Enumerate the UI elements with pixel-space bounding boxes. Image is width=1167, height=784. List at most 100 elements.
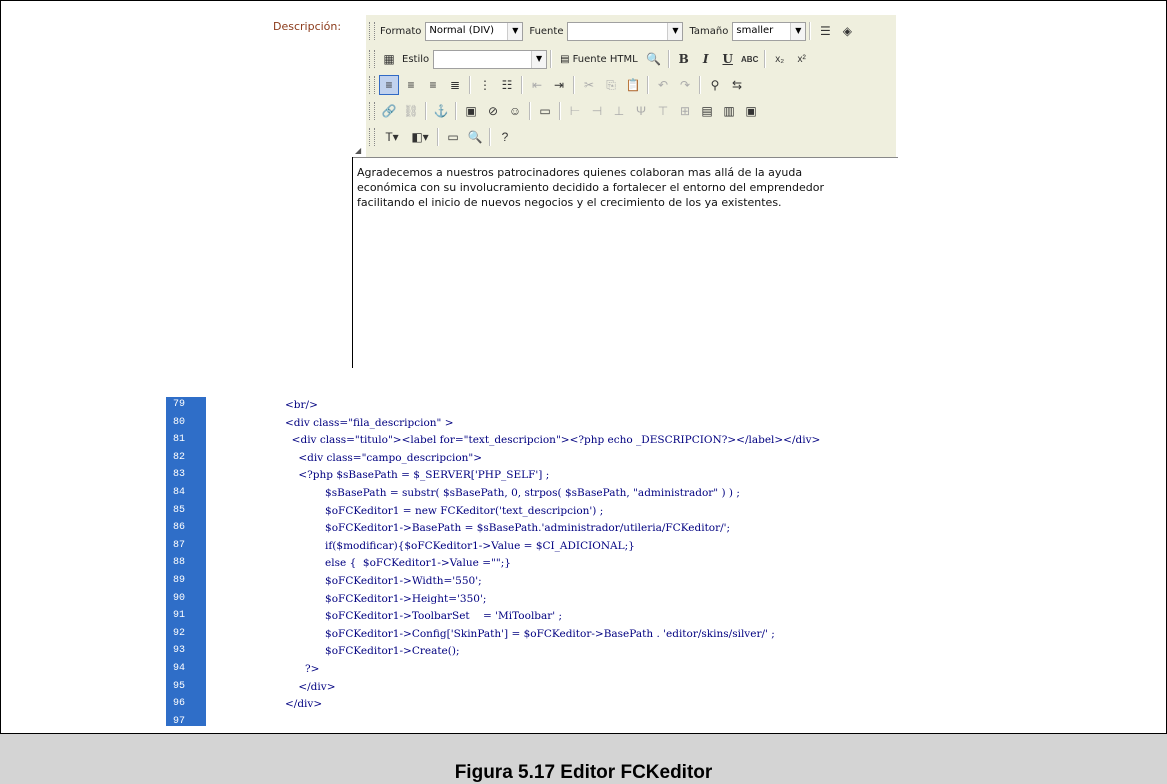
align-center-icon[interactable]: ≡ — [401, 75, 421, 95]
toolbar-separator — [763, 50, 766, 68]
image-icon[interactable]: ▣ — [461, 101, 481, 121]
insert-column-icon[interactable]: ⊣ — [587, 101, 607, 121]
style-select[interactable]: ▼ — [433, 49, 548, 69]
align-left-icon[interactable]: ≡ — [379, 75, 399, 95]
table-props-icon[interactable]: ▥ — [719, 101, 739, 121]
numbered-list-icon[interactable]: ⋮ — [475, 75, 495, 95]
code-line: </div> — [285, 698, 323, 711]
underline-button[interactable]: U — [718, 49, 738, 69]
table-icon[interactable]: ▭ — [535, 101, 555, 121]
toolbar-grip[interactable] — [369, 22, 375, 40]
indent-icon[interactable]: ⇥ — [549, 75, 569, 95]
anchor-icon[interactable]: ⚓ — [431, 101, 451, 121]
toolbar-collapse-icon[interactable]: ◢ — [355, 146, 361, 155]
print-preview-icon[interactable]: 🔍 — [465, 127, 485, 147]
line-number: 86 — [173, 522, 186, 534]
background-color-icon[interactable]: ◧▾ — [407, 127, 433, 147]
toolbar-grip[interactable] — [369, 128, 375, 146]
bulleted-list-icon[interactable]: ☷ — [497, 75, 517, 95]
toolbar-row-5: T▾ ◧▾ ▭ 🔍 ? — [366, 125, 516, 149]
line-number: 90 — [173, 592, 186, 604]
line-number: 85 — [173, 504, 186, 516]
bold-button[interactable]: B — [674, 49, 694, 69]
code-line: else { $oFCKeditor1->Value ="";} — [285, 557, 511, 570]
show-blocks-icon[interactable]: ▭ — [443, 127, 463, 147]
toolbar-separator — [529, 102, 531, 120]
line-number: 96 — [173, 698, 186, 710]
toolbar-grip[interactable] — [369, 76, 375, 94]
superscript-button[interactable]: x² — [792, 49, 812, 69]
cell-props-icon[interactable]: ⊞ — [675, 101, 695, 121]
toolbar-separator — [550, 50, 553, 68]
toolbar-row-1: Formato Normal (DIV) ▼ Fuente ▼ Tamaño s… — [366, 19, 858, 43]
figure-caption: Figura 5.17 Editor FCKeditor — [454, 762, 713, 783]
toolbar-separator — [437, 128, 439, 146]
table-grid-icon[interactable]: ▦ — [379, 49, 399, 69]
copy-icon[interactable]: ⎘ — [601, 75, 621, 95]
code-line: <br/> — [285, 399, 318, 411]
font-select[interactable]: ▼ — [567, 21, 684, 41]
size-select[interactable]: smaller ▼ — [732, 21, 807, 41]
toolbar-separator — [667, 50, 670, 68]
subscript-button[interactable]: x₂ — [770, 49, 790, 69]
help-icon[interactable]: ? — [495, 127, 515, 147]
source-icon: ▤ — [560, 53, 570, 65]
cut-icon[interactable]: ✂ — [579, 75, 599, 95]
flash-icon[interactable]: ⊘ — [483, 101, 503, 121]
line-number: 95 — [173, 680, 186, 692]
font-label: Fuente — [529, 25, 564, 37]
smiley-icon[interactable]: ☺ — [505, 101, 525, 121]
strikethrough-button[interactable]: ABC — [740, 49, 760, 69]
chevron-down-icon: ▼ — [790, 22, 806, 40]
code-line: $oFCKeditor1->BasePath = $sBasePath.'adm… — [285, 522, 731, 535]
horizontal-rule-icon[interactable]: ☰ — [815, 21, 835, 41]
format-select[interactable]: Normal (DIV) ▼ — [425, 21, 524, 41]
toolbar-grip[interactable] — [369, 50, 375, 68]
toolbar-separator — [455, 102, 457, 120]
rich-text-editor-area[interactable]: Agradecemos a nuestros patrocinadores qu… — [352, 157, 898, 368]
line-number: 82 — [173, 451, 186, 463]
code-line: $oFCKeditor1->Height='350'; — [285, 592, 487, 605]
split-cells-icon[interactable]: ⊤ — [653, 101, 673, 121]
line-number: 88 — [173, 557, 186, 569]
source-html-button[interactable]: ▤ Fuente HTML — [557, 49, 641, 69]
code-line: $sBasePath = substr( $sBasePath, 0, strp… — [285, 487, 740, 499]
insert-row-icon[interactable]: ⊢ — [565, 101, 585, 121]
code-line: <div class="titulo"><label for="text_des… — [285, 434, 821, 447]
toolbar-separator — [469, 76, 471, 94]
align-justify-icon[interactable]: ≣ — [445, 75, 465, 95]
link-icon[interactable]: 🔗 — [379, 101, 399, 121]
redo-icon[interactable]: ↷ — [675, 75, 695, 95]
select-field-icon[interactable]: ▣ — [741, 101, 761, 121]
text-color-icon[interactable]: T▾ — [379, 127, 405, 147]
code-line: ?> — [285, 663, 320, 675]
form-icon[interactable]: ▤ — [697, 101, 717, 121]
preview-icon[interactable]: 🔍 — [644, 49, 664, 69]
code-line: $oFCKeditor1->ToolbarSet = 'MiToolbar' ; — [285, 610, 563, 623]
code-line: $oFCKeditor1->Width='550'; — [285, 575, 482, 587]
style-select-value — [434, 51, 531, 68]
align-right-icon[interactable]: ≡ — [423, 75, 443, 95]
chevron-down-icon: ▼ — [507, 22, 523, 40]
merge-cells-icon[interactable]: Ψ — [631, 101, 651, 121]
outdent-icon[interactable]: ⇤ — [527, 75, 547, 95]
undo-icon[interactable]: ↶ — [653, 75, 673, 95]
find-icon[interactable]: ⚲ — [705, 75, 725, 95]
italic-button[interactable]: I — [696, 49, 716, 69]
replace-icon[interactable]: ⇆ — [727, 75, 747, 95]
editor-border — [353, 157, 898, 158]
toolbar-separator — [573, 76, 575, 94]
line-number: 93 — [173, 645, 186, 657]
cube-icon[interactable]: ◈ — [837, 21, 857, 41]
toolbar-separator — [521, 76, 523, 94]
style-label: Estilo — [402, 53, 430, 65]
code-listing: 79 80 81 82 83 84 85 86 87 88 89 90 91 92 93 94 95 96 97 <… — [166, 397, 1066, 726]
toolbar-row-2: ▦ Estilo ▼ ▤ Fuente HTML 🔍 B I U ABC x₂ … — [366, 47, 813, 71]
unlink-icon[interactable]: ⛓ — [401, 101, 421, 121]
toolbar-grip[interactable] — [369, 102, 375, 120]
delete-cells-icon[interactable]: ⊥ — [609, 101, 629, 121]
toolbar-separator — [647, 76, 649, 94]
editor-content[interactable]: Agradecemos a nuestros patrocinadores qu… — [357, 165, 857, 210]
code-line: <div class="fila_descripcion" > — [285, 416, 454, 429]
paste-icon[interactable]: 📋 — [623, 75, 643, 95]
